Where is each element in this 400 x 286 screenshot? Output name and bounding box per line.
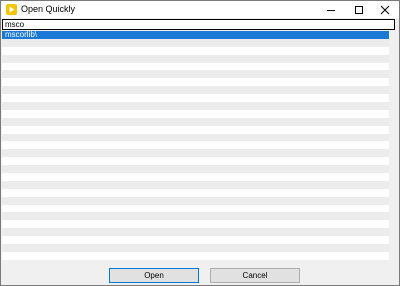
- maximize-icon[interactable]: [345, 1, 373, 18]
- search-input[interactable]: [2, 19, 395, 30]
- list-row: [2, 220, 389, 228]
- title-bar[interactable]: Open Quickly: [1, 1, 399, 18]
- list-row: [2, 189, 389, 197]
- list-row: [2, 78, 389, 86]
- app-play-icon: [6, 4, 17, 15]
- close-icon[interactable]: [371, 1, 399, 18]
- list-row: [2, 63, 389, 71]
- list-row: [2, 244, 389, 252]
- list-row: [2, 141, 389, 149]
- list-row: [2, 126, 389, 134]
- list-row: [2, 212, 389, 221]
- list-row: [2, 236, 389, 244]
- list-row: [2, 94, 389, 102]
- open-button[interactable]: Open: [109, 268, 199, 283]
- list-row: [2, 117, 389, 126]
- dialog-footer: Open Cancel: [1, 260, 399, 285]
- list-row: [2, 157, 389, 165]
- list-row: [2, 47, 389, 55]
- cancel-button[interactable]: Cancel: [210, 268, 300, 283]
- result-item[interactable]: mscorlib\: [2, 31, 389, 39]
- minimize-icon[interactable]: [317, 1, 345, 18]
- list-row: [2, 86, 389, 95]
- vertical-scrollbar[interactable]: [389, 31, 397, 260]
- list-row: [2, 102, 389, 110]
- results-list[interactable]: mscorlib\: [2, 31, 389, 260]
- list-row: [2, 70, 389, 79]
- list-row: [2, 205, 389, 213]
- list-row: [2, 110, 389, 118]
- list-row: [2, 196, 389, 205]
- list-row: [2, 38, 389, 47]
- open-quickly-dialog: Open Quickly mscorlib\ Open Cancel: [0, 0, 400, 286]
- list-row: [2, 173, 389, 181]
- list-row: [2, 165, 389, 174]
- list-row: [2, 54, 389, 63]
- list-row: [2, 228, 389, 237]
- list-row: [2, 149, 389, 158]
- window-title: Open Quickly: [21, 4, 76, 14]
- list-row: [2, 133, 389, 142]
- list-row: [2, 180, 389, 189]
- list-row: [2, 252, 389, 260]
